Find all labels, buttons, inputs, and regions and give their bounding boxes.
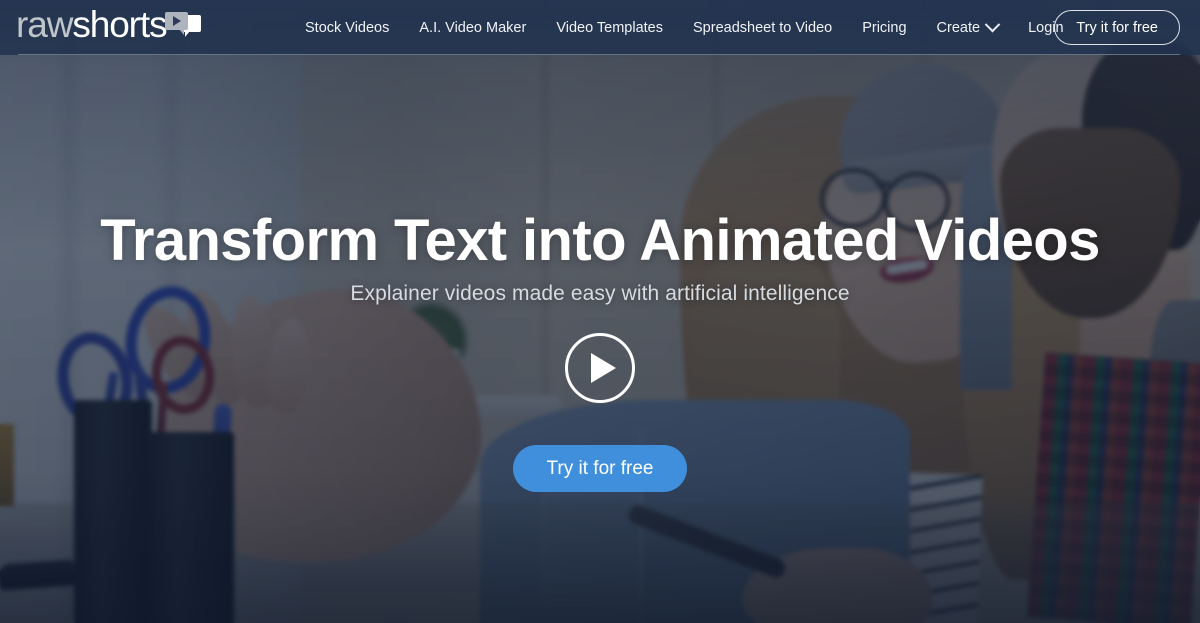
nav-label: A.I. Video Maker	[419, 19, 527, 36]
site-header: rawshorts Stock Videos A.I. Video Maker …	[0, 0, 1200, 55]
nav-item-pricing[interactable]: Pricing	[847, 20, 921, 36]
nav-label: Create	[936, 19, 981, 36]
hero-section: Transform Text into Animated Videos Expl…	[0, 55, 1200, 623]
logo[interactable]: rawshorts	[16, 6, 201, 43]
hero-subtitle: Explainer videos made easy with artifici…	[350, 282, 850, 305]
nav-label: Spreadsheet to Video	[693, 19, 833, 36]
hero-try-free-button[interactable]: Try it for free	[512, 445, 688, 492]
speech-bubble-play-icon	[164, 12, 201, 38]
logo-text-raw: raw	[16, 4, 73, 45]
nav-item-stock-videos[interactable]: Stock Videos	[290, 20, 404, 36]
nav-label: Stock Videos	[305, 19, 390, 36]
main-navigation: Stock Videos A.I. Video Maker Video Temp…	[290, 0, 1079, 55]
play-video-button[interactable]	[565, 333, 635, 403]
nav-item-video-templates[interactable]: Video Templates	[541, 20, 678, 36]
play-icon	[591, 353, 616, 383]
hero-title: Transform Text into Animated Videos	[100, 208, 1100, 273]
header-divider	[18, 54, 1180, 55]
nav-label: Pricing	[862, 19, 907, 36]
landing-page: rawshorts Stock Videos A.I. Video Maker …	[0, 0, 1200, 623]
chevron-down-icon	[984, 16, 1001, 33]
nav-item-spreadsheet-to-video[interactable]: Spreadsheet to Video	[678, 20, 847, 36]
nav-label: Video Templates	[556, 19, 663, 36]
nav-item-ai-video-maker[interactable]: A.I. Video Maker	[404, 20, 541, 36]
nav-item-create[interactable]: Create	[922, 16, 1014, 36]
logo-text-shorts: shorts	[72, 4, 167, 45]
header-try-free-button[interactable]: Try it for free	[1054, 10, 1180, 45]
